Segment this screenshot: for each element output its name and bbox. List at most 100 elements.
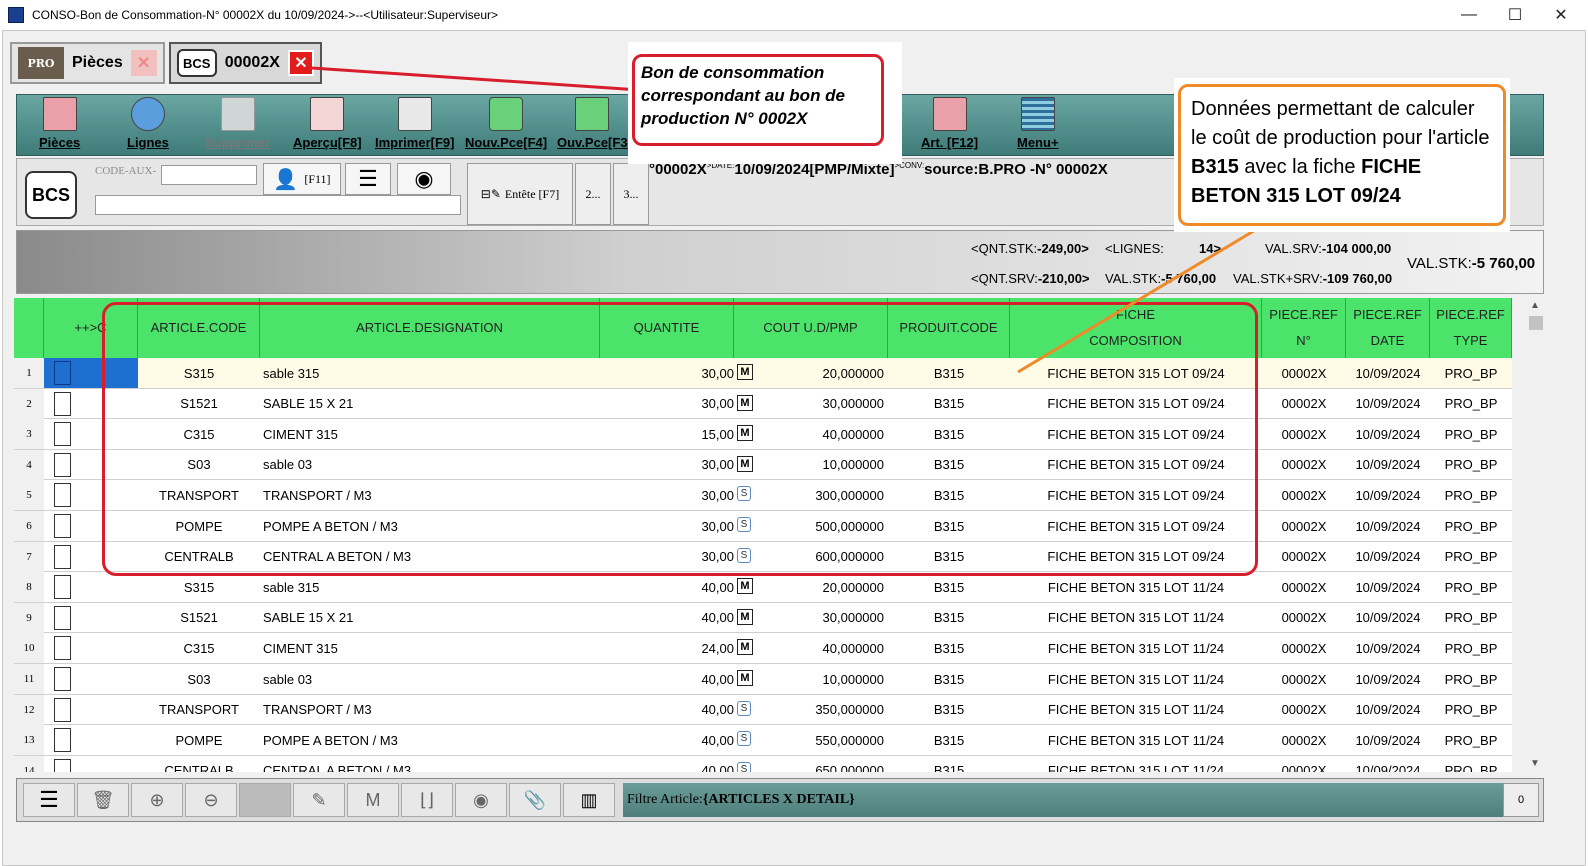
list-menu-button[interactable]: ☰ bbox=[345, 163, 391, 195]
tab-bcs-close-icon[interactable]: ✕ bbox=[287, 50, 314, 76]
cell-produit-code: B315 bbox=[933, 457, 965, 473]
row-select-cell bbox=[44, 603, 138, 633]
toolbar-nouvpce-button[interactable]: Nouv.Pce[F4] bbox=[465, 97, 547, 155]
quantite-value: 15,00 bbox=[701, 426, 734, 442]
row-checkbox[interactable] bbox=[54, 667, 71, 691]
grid-header-4[interactable]: COUT U.D/PMP bbox=[734, 298, 888, 358]
scroll-down-icon[interactable]: ▼ bbox=[1530, 758, 1540, 769]
maximize-button[interactable]: ☐ bbox=[1492, 0, 1538, 30]
row-checkbox[interactable] bbox=[54, 483, 71, 508]
tab-3[interactable]: 3... bbox=[613, 163, 649, 225]
pieces-icon bbox=[42, 97, 77, 131]
table-row[interactable]: 13 POMPE POMPE A BETON / M3 40,00 550,000000… bbox=[14, 725, 1512, 756]
toolbar-imprimer-label: Imprimer[F9] bbox=[375, 135, 455, 150]
grid-scrollbar[interactable]: ▲ ▼ bbox=[1528, 298, 1544, 774]
table-row[interactable]: 12 TRANSPORT TRANSPORT / M3 40,00 350,000000… bbox=[14, 694, 1512, 726]
scroll-thumb[interactable] bbox=[1529, 316, 1543, 330]
row-checkbox[interactable] bbox=[54, 422, 71, 447]
table-row[interactable]: 9 S1521 SABLE 15 X 21 40,00 30,000000 M B315 FI… bbox=[14, 602, 1512, 634]
bottom-menu-button[interactable]: ☰ bbox=[23, 783, 75, 817]
cell-quantite: 30,00 bbox=[600, 480, 734, 510]
tab-pieces-close-icon[interactable]: ✕ bbox=[130, 50, 157, 76]
table-row[interactable]: 5 TRANSPORT TRANSPORT / M3 30,00 300,000000 S… bbox=[14, 480, 1512, 511]
cell-article-code: S1521 bbox=[180, 610, 218, 626]
row-checkbox[interactable] bbox=[54, 514, 71, 538]
table-row[interactable]: 4 S03 sable 03 30,00 10,000000 M B315 FICHE BET… bbox=[14, 449, 1512, 481]
bottom-attach-button[interactable]: 📎 bbox=[509, 783, 561, 817]
grid-header-0[interactable]: ++>C bbox=[44, 298, 138, 358]
cell-article-code: S315 bbox=[183, 579, 215, 595]
table-row[interactable]: 6 POMPE POMPE A BETON / M3 30,00 500,000000 S… bbox=[14, 511, 1512, 542]
row-checkbox[interactable] bbox=[54, 361, 71, 385]
bottom-bracket-button[interactable]: ⌊⌋ bbox=[401, 783, 453, 817]
row-checkbox[interactable] bbox=[54, 697, 71, 722]
toolbar-ouvpce-button[interactable]: Ouv.Pce[F3 bbox=[557, 97, 628, 155]
cell-produit-code: B315 bbox=[933, 640, 965, 656]
cell-produit-code: B315 bbox=[933, 549, 965, 565]
tiers-name-input[interactable] bbox=[95, 195, 461, 215]
row-checkbox[interactable] bbox=[54, 605, 71, 630]
bottom-blank-button[interactable] bbox=[239, 783, 291, 817]
cell-piece-ref-num: 00002X bbox=[1281, 702, 1327, 718]
cell-piece-ref-type: PRO_BP bbox=[1444, 426, 1498, 442]
cell-article-designation: POMPE A BETON / M3 bbox=[263, 518, 398, 534]
toolbar-menu-button[interactable]: Menu+ bbox=[1017, 97, 1059, 155]
table-row[interactable]: 1 S315 sable 315 30,00 20,000000 M B315 FICHE B… bbox=[14, 358, 1512, 389]
row-select-cell bbox=[44, 542, 138, 572]
toolbar-lignes-button[interactable]: Lignes bbox=[127, 97, 169, 155]
grid-header-7[interactable]: PIECE.REF N° bbox=[1262, 298, 1346, 358]
row-checkbox[interactable] bbox=[54, 544, 71, 569]
bcs-icon: BCS bbox=[176, 49, 217, 77]
tab-entete[interactable]: ⊟✎ Entête [F7] bbox=[467, 163, 573, 225]
tiers-f11-button[interactable]: 👤 [F11] bbox=[263, 163, 341, 195]
cell-article-designation: CENTRAL A BETON / M3 bbox=[263, 549, 412, 565]
cell-produit-code: B315 bbox=[933, 702, 965, 718]
toolbar-apercu-button[interactable]: Aperçu[F8] bbox=[293, 97, 362, 155]
row-checkbox[interactable] bbox=[54, 728, 71, 753]
table-row[interactable]: 7 CENTRALB CENTRAL A BETON / M3 30,00 600,00… bbox=[14, 541, 1512, 573]
row-checkbox[interactable] bbox=[54, 575, 71, 600]
table-row[interactable]: 8 S315 sable 315 40,00 20,000000 M B315 FICHE B… bbox=[14, 572, 1512, 603]
table-row[interactable]: 3 C315 CIMENT 315 15,00 40,000000 M B315 FICHE … bbox=[14, 419, 1512, 450]
cell-cout: 30,000000 bbox=[822, 610, 884, 626]
cell-quantite: 40,00 bbox=[600, 572, 734, 602]
row-checkbox[interactable] bbox=[54, 758, 71, 772]
article-filter-bar[interactable]: Filtre Article: {ARTICLES X DETAIL} bbox=[623, 783, 1503, 817]
tab-bcs-00002x[interactable]: BCS 00002X ✕ bbox=[168, 42, 322, 84]
table-row[interactable]: 11 S03 sable 03 40,00 10,000000 M B315 FICHE BE… bbox=[14, 664, 1512, 695]
grid-header-9[interactable]: PIECE.REF TYPE bbox=[1430, 298, 1512, 358]
minimize-button[interactable]: — bbox=[1446, 0, 1492, 30]
table-row[interactable]: 2 S1521 SABLE 15 X 21 30,00 30,000000 M B315 FI… bbox=[14, 388, 1512, 420]
toolbar-art-button[interactable]: Art. [F12] bbox=[921, 97, 978, 155]
table-row[interactable]: 14 CENTRALB CENTRAL A BETON / M3 40,00 650,0… bbox=[14, 755, 1512, 772]
grid-header-2[interactable]: ARTICLE.DESIGNATION bbox=[260, 298, 600, 358]
cell-produit-code: B315 bbox=[933, 518, 965, 534]
bottom-barcode-button[interactable]: ▥ bbox=[563, 783, 615, 817]
bottom-add-line-button[interactable]: ⊕ bbox=[131, 783, 183, 817]
row-checkbox[interactable] bbox=[54, 452, 71, 477]
bottom-remove-line-button[interactable]: ⊖ bbox=[185, 783, 237, 817]
grid-header-1[interactable]: ARTICLE.CODE bbox=[138, 298, 260, 358]
row-checkbox[interactable] bbox=[54, 636, 71, 661]
grid-header-3[interactable]: QUANTITE bbox=[600, 298, 734, 358]
toolbar-pieces-button[interactable]: Pièces bbox=[39, 97, 80, 155]
grid-header-6[interactable]: FICHE COMPOSITION bbox=[1010, 298, 1262, 358]
bottom-m-button[interactable]: M bbox=[347, 783, 399, 817]
close-window-button[interactable]: ✕ bbox=[1538, 0, 1584, 30]
bottom-view-button[interactable]: ◉ bbox=[455, 783, 507, 817]
grid-header-5[interactable]: PRODUIT.CODE bbox=[888, 298, 1010, 358]
toolbar-supprimer-button[interactable]: Supprimer bbox=[205, 97, 270, 155]
view-button[interactable]: ◉ bbox=[397, 163, 451, 195]
table-row[interactable]: 10 C315 CIMENT 315 24,00 40,000000 M B315 FICHE… bbox=[14, 633, 1512, 664]
bottom-delete-button[interactable]: 🗑 bbox=[77, 783, 129, 817]
row-select-cell bbox=[44, 450, 138, 480]
tab-2[interactable]: 2... bbox=[575, 163, 611, 225]
cell-fiche-composition: FICHE BETON 315 LOT 11/24 bbox=[1047, 732, 1225, 748]
grid-header-8[interactable]: PIECE.REF DATE bbox=[1346, 298, 1430, 358]
codeaux-input[interactable] bbox=[161, 165, 257, 185]
tab-pieces[interactable]: PRO Pièces ✕ bbox=[10, 42, 165, 84]
toolbar-imprimer-button[interactable]: Imprimer[F9] bbox=[375, 97, 454, 155]
bottom-edit-button[interactable]: ✎ bbox=[293, 783, 345, 817]
scroll-up-icon[interactable]: ▲ bbox=[1530, 300, 1540, 311]
row-checkbox[interactable] bbox=[54, 391, 71, 416]
